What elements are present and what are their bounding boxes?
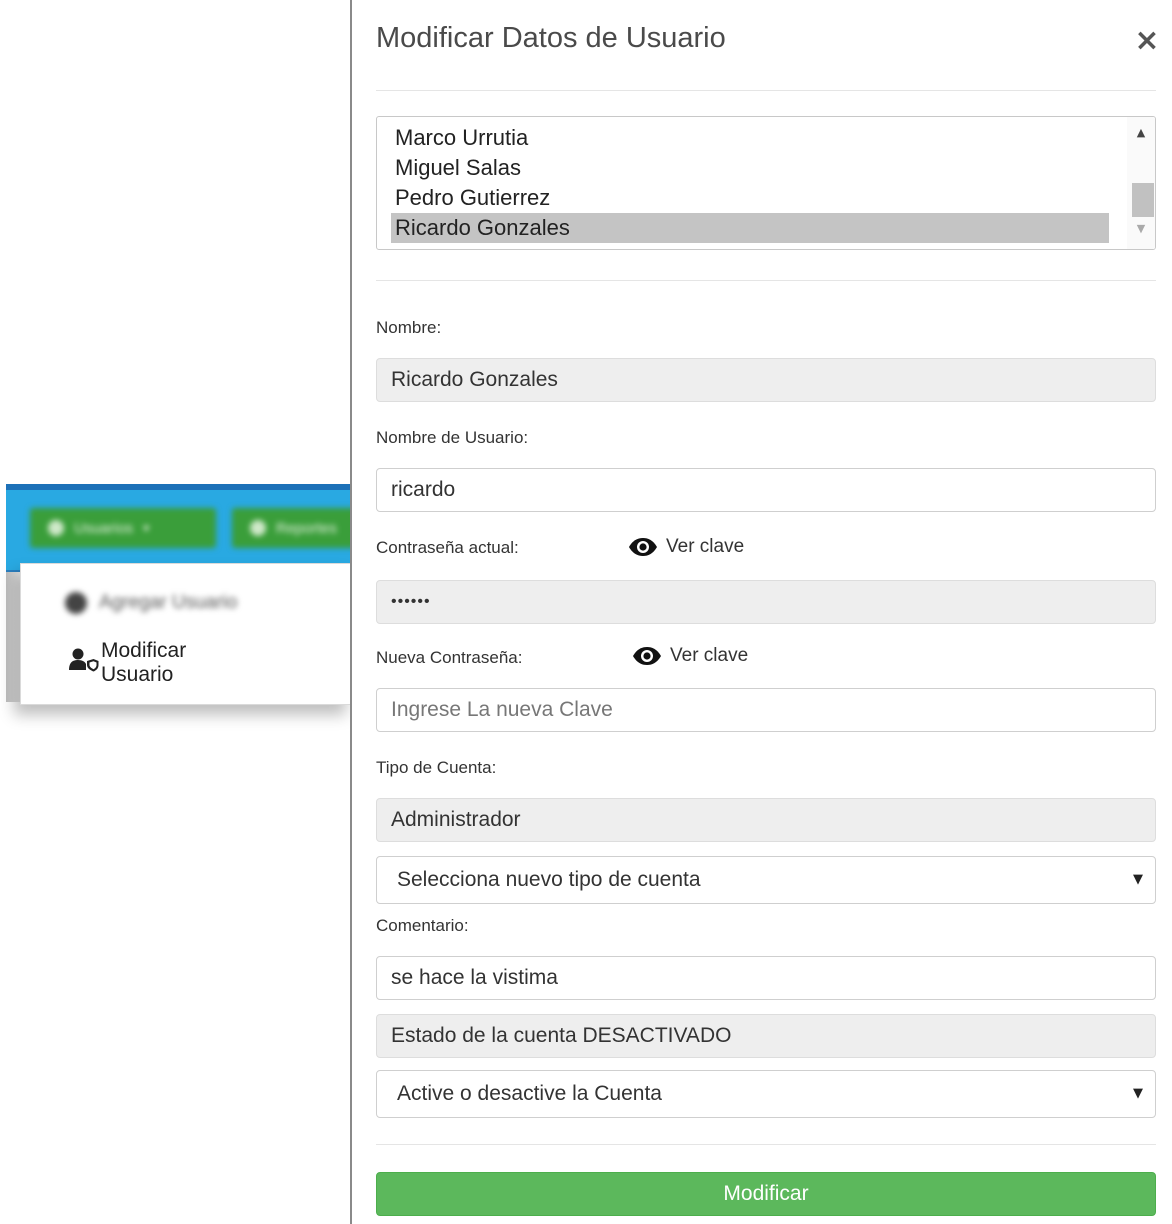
chevron-down-icon: ▾ [143, 521, 150, 535]
footer-divider [376, 1144, 1156, 1145]
report-icon [250, 520, 266, 536]
caret-down-icon: ▼ [1133, 872, 1143, 887]
list-item-selected[interactable]: Ricardo Gonzales [391, 213, 1109, 243]
eye-icon [633, 647, 661, 665]
caret-down-icon: ▼ [1133, 1086, 1143, 1101]
modificar-usuario-modal: Modificar Datos de Usuario × Marco Urrut… [350, 0, 1172, 1224]
nav-reportes-button[interactable]: Reportes [232, 508, 352, 548]
user-listbox[interactable]: Marco Urrutia Miguel Salas Pedro Gutierr… [376, 116, 1156, 250]
username-input[interactable]: ricardo [376, 468, 1156, 512]
navbar: Usuarios ▾ Reportes [6, 484, 352, 572]
comentario-label: Comentario: [376, 916, 469, 935]
list-divider [376, 280, 1156, 281]
listbox-scrollbar[interactable]: ▲ ▼ [1127, 117, 1155, 249]
nombre-field: Ricardo Gonzales [376, 358, 1156, 402]
contrasena-actual-label: Contraseña actual: [376, 538, 519, 557]
estado-cuenta-field: Estado de la cuenta DESACTIVADO [376, 1014, 1156, 1058]
close-icon[interactable]: × [1132, 24, 1162, 58]
modal-title: Modificar Datos de Usuario [376, 22, 726, 54]
comentario-input[interactable]: se hace la vistima [376, 956, 1156, 1000]
tipo-cuenta-label: Tipo de Cuenta: [376, 758, 497, 777]
nav-usuarios-button[interactable]: Usuarios ▾ [30, 508, 216, 548]
dropdown-shadow-edge [6, 572, 20, 702]
current-password-field: •••••• [376, 580, 1156, 624]
scroll-down-arrow-icon[interactable]: ▼ [1127, 219, 1155, 239]
tipo-cuenta-select-text: Selecciona nuevo tipo de cuenta [397, 868, 701, 891]
list-item[interactable]: Miguel Salas [391, 153, 1109, 183]
nueva-contrasena-label: Nueva Contraseña: [376, 648, 523, 667]
menu-item-modificar-usuario[interactable]: Modificar Usuario [69, 639, 186, 686]
nombre-label: Nombre: [376, 318, 442, 337]
menu-item-modificar-label: Modificar Usuario [101, 638, 187, 686]
user-shield-icon [69, 648, 99, 677]
header-divider [376, 90, 1156, 91]
nav-reportes-label: Reportes [276, 519, 337, 537]
usuarios-dropdown-menu: Agregar Usuario Modificar Usuario [20, 563, 352, 705]
ver-clave-nueva-toggle[interactable]: Ver clave [632, 645, 748, 667]
list-item[interactable]: Pedro Gutierrez [391, 183, 1109, 213]
ver-clave-nueva-label: Ver clave [670, 645, 749, 666]
scrollbar-thumb[interactable] [1132, 183, 1154, 217]
nombre-usuario-label: Nombre de Usuario: [376, 428, 529, 447]
scroll-up-arrow-icon[interactable]: ▲ [1127, 123, 1155, 143]
menu-item-agregar-usuario[interactable]: Agregar Usuario [65, 592, 237, 614]
tipo-cuenta-select[interactable]: Selecciona nuevo tipo de cuenta ▼ [376, 856, 1156, 904]
list-item[interactable]: Marco Urrutia [391, 123, 1109, 153]
modificar-button[interactable]: Modificar [376, 1172, 1156, 1216]
new-password-input[interactable]: Ingrese La nueva Clave [376, 688, 1156, 732]
estado-cuenta-select[interactable]: Active o desactive la Cuenta ▼ [376, 1070, 1156, 1118]
user-plus-icon [65, 592, 87, 614]
tipo-cuenta-current-field: Administrador [376, 798, 1156, 842]
ver-clave-actual-label: Ver clave [666, 536, 745, 557]
menu-item-agregar-label: Agregar Usuario [99, 592, 238, 613]
page: Usuarios ▾ Reportes Agregar Usuario Modi… [0, 0, 1172, 1224]
user-icon [48, 520, 64, 536]
eye-icon [629, 538, 657, 556]
estado-cuenta-select-text: Active o desactive la Cuenta [397, 1082, 662, 1105]
ver-clave-actual-toggle[interactable]: Ver clave [628, 536, 744, 558]
nav-usuarios-label: Usuarios [74, 519, 134, 537]
